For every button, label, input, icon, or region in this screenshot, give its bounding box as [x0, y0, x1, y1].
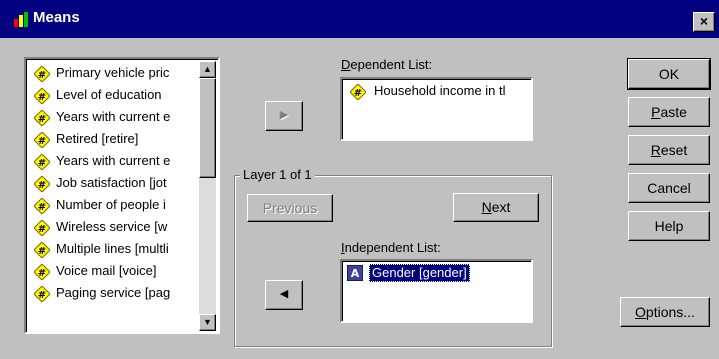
- variable-label: Voice mail [voice]: [56, 263, 157, 278]
- variable-list-item[interactable]: # Primary vehicle pric: [26, 62, 200, 84]
- variable-list-item[interactable]: # Level of education: [26, 84, 200, 106]
- ok-button[interactable]: OK: [627, 58, 711, 90]
- paste-button[interactable]: Paste: [628, 97, 710, 127]
- variable-label: Retired [retire]: [56, 131, 139, 146]
- svg-text:#: #: [38, 158, 46, 169]
- scale-variable-icon: #: [34, 88, 50, 104]
- svg-text:#: #: [38, 70, 46, 81]
- dependent-list[interactable]: # Household income in tl: [340, 77, 533, 141]
- svg-text:#: #: [354, 88, 362, 99]
- arrow-left-icon: ◀: [279, 288, 289, 300]
- options-button[interactable]: Options...: [620, 297, 710, 327]
- scale-variable-icon: #: [34, 132, 50, 148]
- variable-label: Level of education: [56, 87, 162, 102]
- variable-list-item[interactable]: # Multiple lines [multli: [26, 238, 200, 260]
- dependent-list-item[interactable]: # Household income in tl: [350, 83, 506, 100]
- variable-list-item[interactable]: # Years with current e: [26, 106, 200, 128]
- scale-variable-icon: #: [34, 242, 50, 258]
- svg-text:#: #: [38, 180, 46, 191]
- close-button[interactable]: ×: [693, 12, 715, 32]
- title-bar[interactable]: Means ×: [0, 0, 719, 38]
- spss-app-icon: [14, 12, 28, 27]
- variable-label: Multiple lines [multli: [56, 241, 169, 256]
- scale-variable-icon: #: [34, 220, 50, 236]
- next-layer-button[interactable]: Next: [453, 193, 539, 222]
- scroll-down-button[interactable]: ▼: [199, 314, 216, 331]
- svg-text:#: #: [38, 202, 46, 213]
- variable-list-item[interactable]: # Job satisfaction [jot: [26, 172, 200, 194]
- svg-text:#: #: [38, 246, 46, 257]
- dependent-list-label: Dependent List:: [341, 57, 433, 72]
- variable-label: Number of people i: [56, 197, 166, 212]
- means-dialog: Means × # Primary vehicle pric # Level of e…: [0, 0, 719, 359]
- cancel-button[interactable]: Cancel: [628, 173, 710, 203]
- variable-label: Wireless service [w: [56, 219, 168, 234]
- variable-list-item[interactable]: # Years with current e: [26, 150, 200, 172]
- layer-legend: Layer 1 of 1: [240, 167, 315, 182]
- scale-variable-icon: #: [34, 264, 50, 280]
- reset-button[interactable]: Reset: [628, 135, 710, 165]
- window-title: Means: [33, 9, 80, 26]
- variable-list-item[interactable]: # Voice mail [voice]: [26, 260, 200, 282]
- variable-label: Years with current e: [56, 153, 171, 168]
- variable-list[interactable]: # Primary vehicle pric # Level of education…: [24, 57, 220, 334]
- variable-items: # Primary vehicle pric # Level of education…: [26, 62, 200, 330]
- svg-text:#: #: [38, 268, 46, 279]
- previous-layer-button[interactable]: Previous: [247, 194, 333, 222]
- scroll-thumb[interactable]: [199, 78, 216, 178]
- independent-list[interactable]: A Gender [gender]: [340, 259, 533, 323]
- move-to-dependent-button[interactable]: ▶: [265, 101, 303, 131]
- variable-list-item[interactable]: # Paging service [pag: [26, 282, 200, 304]
- svg-text:#: #: [38, 136, 46, 147]
- scale-variable-icon: #: [34, 154, 50, 170]
- scale-variable-icon: #: [34, 286, 50, 302]
- variable-label: Years with current e: [56, 109, 171, 124]
- independent-list-label: Independent List:: [341, 240, 441, 255]
- svg-text:#: #: [38, 290, 46, 301]
- variable-label: Primary vehicle pric: [56, 65, 170, 80]
- svg-text:#: #: [38, 92, 46, 103]
- scale-variable-icon: #: [350, 84, 366, 100]
- variable-list-item[interactable]: # Number of people i: [26, 194, 200, 216]
- variable-label: Paging service [pag: [56, 285, 171, 300]
- scale-variable-icon: #: [34, 66, 50, 82]
- svg-text:#: #: [38, 114, 46, 125]
- svg-text:#: #: [38, 224, 46, 235]
- scale-variable-icon: #: [34, 198, 50, 214]
- variable-label: Job satisfaction [jot: [56, 175, 167, 190]
- scale-variable-icon: #: [34, 110, 50, 126]
- string-variable-icon: A: [347, 265, 363, 281]
- help-button[interactable]: Help: [628, 211, 710, 241]
- scroll-up-button[interactable]: ▲: [199, 61, 216, 78]
- scale-variable-icon: #: [34, 176, 50, 192]
- arrow-right-icon: ▶: [279, 109, 289, 121]
- variable-list-item[interactable]: # Wireless service [w: [26, 216, 200, 238]
- move-to-independent-button[interactable]: ◀: [265, 280, 303, 310]
- variable-list-item[interactable]: # Retired [retire]: [26, 128, 200, 150]
- svg-text:A: A: [351, 267, 360, 280]
- variable-list-scrollbar[interactable]: ▲ ▼: [199, 61, 216, 331]
